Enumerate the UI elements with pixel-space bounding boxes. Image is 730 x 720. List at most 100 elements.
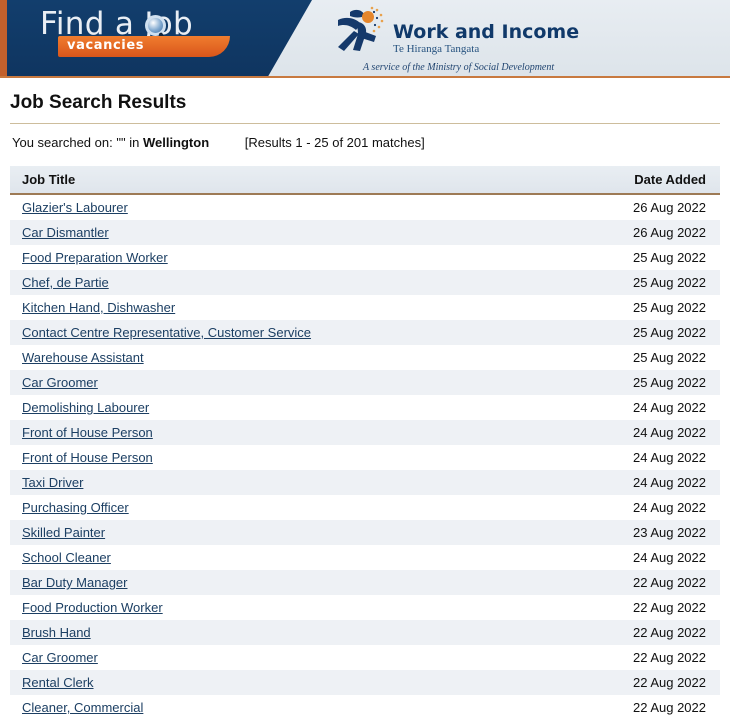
date-added-cell: 22 Aug 2022 bbox=[595, 595, 720, 620]
job-title-cell: Food Preparation Worker bbox=[10, 245, 595, 270]
date-added-cell: 24 Aug 2022 bbox=[595, 445, 720, 470]
ministry-service-line: A service of the Ministry of Social Deve… bbox=[363, 62, 554, 73]
job-title-link[interactable]: Skilled Painter bbox=[22, 525, 105, 540]
date-added-cell: 24 Aug 2022 bbox=[595, 395, 720, 420]
job-title-cell: Demolishing Labourer bbox=[10, 395, 595, 420]
search-in-word: in bbox=[129, 135, 139, 150]
vacancies-label: vacancies bbox=[67, 38, 144, 53]
date-added-cell: 24 Aug 2022 bbox=[595, 470, 720, 495]
search-keyword: "" bbox=[116, 135, 125, 150]
job-title-cell: Skilled Painter bbox=[10, 520, 595, 545]
table-row: Contact Centre Representative, Customer … bbox=[10, 320, 720, 345]
date-added-cell: 25 Aug 2022 bbox=[595, 245, 720, 270]
page-title: Job Search Results bbox=[10, 92, 730, 114]
table-row: Skilled Painter 23 Aug 2022 bbox=[10, 520, 720, 545]
job-title-cell: Car Groomer bbox=[10, 645, 595, 670]
date-added-cell: 23 Aug 2022 bbox=[595, 520, 720, 545]
date-added-cell: 22 Aug 2022 bbox=[595, 620, 720, 645]
date-added-cell: 22 Aug 2022 bbox=[595, 695, 720, 720]
table-row: Rental Clerk 22 Aug 2022 bbox=[10, 670, 720, 695]
title-divider bbox=[10, 123, 720, 124]
site-masthead: Find a Job vacancies bbox=[0, 0, 730, 78]
column-header-job-title[interactable]: Job Title bbox=[10, 166, 595, 194]
date-added-cell: 22 Aug 2022 bbox=[595, 670, 720, 695]
job-title-link[interactable]: Demolishing Labourer bbox=[22, 400, 149, 415]
table-row: Chef, de Partie 25 Aug 2022 bbox=[10, 270, 720, 295]
table-row: Food Production Worker 22 Aug 2022 bbox=[10, 595, 720, 620]
table-row: Car Groomer 22 Aug 2022 bbox=[10, 645, 720, 670]
job-title-cell: Front of House Person bbox=[10, 420, 595, 445]
job-title-link[interactable]: Taxi Driver bbox=[22, 475, 83, 490]
job-title-cell: Glazier's Labourer bbox=[10, 194, 595, 220]
job-title-link[interactable]: Purchasing Officer bbox=[22, 500, 129, 515]
search-summary: You searched on: "" in Wellington [Resul… bbox=[12, 135, 730, 150]
date-added-cell: 22 Aug 2022 bbox=[595, 645, 720, 670]
job-title-link[interactable]: Cleaner, Commercial bbox=[22, 700, 143, 715]
job-title-cell: Front of House Person bbox=[10, 445, 595, 470]
search-summary-prefix: You searched on: bbox=[12, 135, 113, 150]
job-title-link[interactable]: Brush Hand bbox=[22, 625, 91, 640]
find-a-job-logo[interactable]: Find a Job vacancies bbox=[40, 7, 270, 69]
column-header-date-added[interactable]: Date Added bbox=[595, 166, 720, 194]
table-body: Glazier's Labourer26 Aug 2022Car Dismant… bbox=[10, 194, 720, 720]
job-title-link[interactable]: Front of House Person bbox=[22, 425, 153, 440]
table-row: Brush Hand 22 Aug 2022 bbox=[10, 620, 720, 645]
job-title-cell: Brush Hand bbox=[10, 620, 595, 645]
date-added-cell: 24 Aug 2022 bbox=[595, 420, 720, 445]
job-title-cell: Taxi Driver bbox=[10, 470, 595, 495]
date-added-cell: 26 Aug 2022 bbox=[595, 220, 720, 245]
job-title-link[interactable]: Food Preparation Worker bbox=[22, 250, 168, 265]
job-title-cell: Food Production Worker bbox=[10, 595, 595, 620]
table-row: Kitchen Hand, Dishwasher25 Aug 2022 bbox=[10, 295, 720, 320]
job-title-cell: Car Groomer bbox=[10, 370, 595, 395]
date-added-cell: 24 Aug 2022 bbox=[595, 545, 720, 570]
table-row: Front of House Person 24 Aug 2022 bbox=[10, 420, 720, 445]
results-count: [Results 1 - 25 of 201 matches] bbox=[245, 135, 425, 150]
job-title-cell: Bar Duty Manager bbox=[10, 570, 595, 595]
job-title-cell: Kitchen Hand, Dishwasher bbox=[10, 295, 595, 320]
job-title-link[interactable]: Glazier's Labourer bbox=[22, 200, 128, 215]
table-row: Purchasing Officer 24 Aug 2022 bbox=[10, 495, 720, 520]
job-title-link[interactable]: Rental Clerk bbox=[22, 675, 94, 690]
table-row: Bar Duty Manager 22 Aug 2022 bbox=[10, 570, 720, 595]
job-results-table: Job Title Date Added Glazier's Labourer 2… bbox=[10, 166, 720, 720]
masthead-orange-accent-bar bbox=[0, 0, 7, 76]
table-row: Food Preparation Worker 25 Aug 2022 bbox=[10, 245, 720, 270]
date-added-cell: 25 Aug 2022 bbox=[595, 270, 720, 295]
job-title-link[interactable]: School Cleaner bbox=[22, 550, 111, 565]
job-title-link[interactable]: Car Groomer bbox=[22, 650, 98, 665]
table-row: School Cleaner 24 Aug 2022 bbox=[10, 545, 720, 570]
job-title-cell: Rental Clerk bbox=[10, 670, 595, 695]
work-and-income-text: Work and Income Te Hiranga Tangata bbox=[393, 22, 579, 56]
job-title-link[interactable]: Bar Duty Manager bbox=[22, 575, 128, 590]
job-title-cell: Contact Centre Representative, Customer … bbox=[10, 320, 595, 345]
date-added-cell: 25 Aug 2022 bbox=[595, 370, 720, 395]
job-title-cell: Purchasing Officer bbox=[10, 495, 595, 520]
date-added-cell: 22 Aug 2022 bbox=[595, 570, 720, 595]
job-title-link[interactable]: Food Production Worker bbox=[22, 600, 163, 615]
table-row: Car Groomer 25 Aug 2022 bbox=[10, 370, 720, 395]
job-title-cell: Car Dismantler bbox=[10, 220, 595, 245]
job-title-link[interactable]: Car Dismantler bbox=[22, 225, 109, 240]
table-row: Car Dismantler 26 Aug 2022 bbox=[10, 220, 720, 245]
table-header: Job Title Date Added bbox=[10, 166, 720, 194]
job-title-cell: Cleaner, Commercial bbox=[10, 695, 595, 720]
job-title-link[interactable]: Kitchen Hand, Dishwasher bbox=[22, 300, 175, 315]
job-title-link[interactable]: Car Groomer bbox=[22, 375, 98, 390]
table-row: Warehouse Assistant 25 Aug 2022 bbox=[10, 345, 720, 370]
job-title-link[interactable]: Chef, de Partie bbox=[22, 275, 109, 290]
job-title-link[interactable]: Front of House Person bbox=[22, 450, 153, 465]
job-title-cell: School Cleaner bbox=[10, 545, 595, 570]
page-content: Job Search Results You searched on: "" i… bbox=[0, 92, 730, 720]
table-row: Cleaner, Commercial 22 Aug 2022 bbox=[10, 695, 720, 720]
job-title-cell: Chef, de Partie bbox=[10, 270, 595, 295]
job-title-link[interactable]: Warehouse Assistant bbox=[22, 350, 144, 365]
date-added-cell: 25 Aug 2022 bbox=[595, 345, 720, 370]
search-location: Wellington bbox=[143, 135, 209, 150]
magnifying-glass-icon bbox=[145, 15, 166, 36]
date-added-cell: 24 Aug 2022 bbox=[595, 495, 720, 520]
table-row: Front of House Person 24 Aug 2022 bbox=[10, 445, 720, 470]
work-and-income-name: Work and Income bbox=[393, 22, 579, 43]
job-title-link[interactable]: Contact Centre Representative, Customer … bbox=[22, 325, 311, 340]
running-figure-icon bbox=[330, 6, 388, 58]
